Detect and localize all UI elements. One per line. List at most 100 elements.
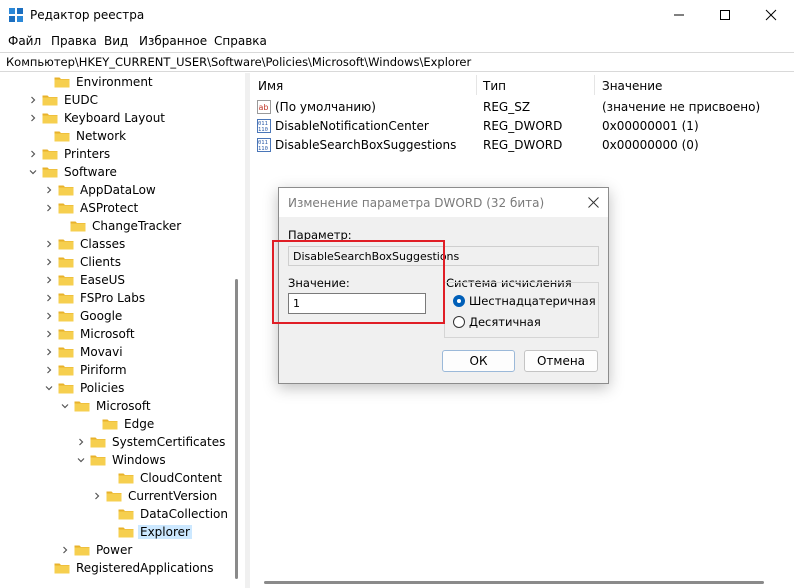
- tree-item[interactable]: DataCollection: [118, 505, 230, 523]
- column-name[interactable]: Имя: [258, 79, 283, 93]
- minimize-button[interactable]: [656, 0, 702, 30]
- folder-icon: [58, 275, 74, 286]
- svg-text:110: 110: [258, 146, 268, 152]
- tree-item[interactable]: FSPro Labs: [44, 289, 147, 307]
- chevron-right-icon[interactable]: [44, 347, 54, 357]
- chevron-right-icon[interactable]: [44, 239, 54, 249]
- folder-icon: [42, 149, 58, 160]
- chevron-right-icon[interactable]: [28, 95, 38, 105]
- tree-item[interactable]: Power: [60, 541, 134, 559]
- tree-scroll-thumb[interactable]: [235, 279, 238, 579]
- tree-item[interactable]: Explorer: [118, 523, 192, 541]
- list-horizontal-scrollbar[interactable]: [250, 576, 794, 588]
- maximize-button[interactable]: [702, 0, 748, 30]
- tree-item[interactable]: CloudContent: [118, 469, 224, 487]
- chevron-down-icon[interactable]: [44, 383, 54, 393]
- tree-item-label: FSPro Labs: [80, 291, 146, 305]
- folder-icon: [90, 437, 106, 448]
- decimal-radio[interactable]: Десятичная: [453, 315, 541, 329]
- hexadecimal-radio[interactable]: Шестнадцатеричная: [453, 294, 596, 308]
- close-button[interactable]: [748, 0, 794, 30]
- tree-item[interactable]: Software: [28, 163, 119, 181]
- chevron-right-icon[interactable]: [28, 113, 38, 123]
- folder-icon: [54, 131, 70, 142]
- tree-item[interactable]: EUDC: [28, 91, 100, 109]
- menu-favorites[interactable]: Избранное: [139, 34, 207, 48]
- hexadecimal-label: Шестнадцатеричная: [469, 294, 596, 308]
- tree-item[interactable]: Classes: [44, 235, 127, 253]
- minimize-icon: [674, 14, 684, 16]
- folder-icon: [54, 77, 70, 88]
- tree-item[interactable]: Movavi: [44, 343, 125, 361]
- tree-item[interactable]: ChangeTracker: [70, 217, 183, 235]
- folder-icon: [118, 509, 134, 520]
- list-item[interactable]: 011 110 DisableNotificationCenter REG_DW…: [250, 117, 794, 136]
- tree-item[interactable]: ASProtect: [44, 199, 140, 217]
- folder-open-icon: [118, 527, 134, 538]
- value-name: DisableNotificationCenter: [275, 119, 429, 133]
- list-item[interactable]: ab (По умолчанию) REG_SZ (значение не пр…: [250, 98, 794, 117]
- tree-item-label: SystemCertificates: [112, 435, 226, 449]
- tree-item[interactable]: RegisteredApplications: [54, 559, 215, 577]
- chevron-right-icon[interactable]: [44, 365, 54, 375]
- tree-item[interactable]: Keyboard Layout: [28, 109, 167, 127]
- tree-item[interactable]: CurrentVersion: [92, 487, 219, 505]
- tree-item[interactable]: Policies: [44, 379, 126, 397]
- tree-item[interactable]: Printers: [28, 145, 112, 163]
- dialog-close-icon[interactable]: [588, 197, 599, 208]
- chevron-right-icon[interactable]: [60, 545, 70, 555]
- tree-item[interactable]: Microsoft: [44, 325, 137, 343]
- menu-help[interactable]: Справка: [214, 34, 267, 48]
- tree-scrollbar[interactable]: [232, 73, 242, 588]
- column-value[interactable]: Значение: [602, 79, 662, 93]
- tree-item[interactable]: Google: [44, 307, 124, 325]
- column-type[interactable]: Тип: [483, 79, 506, 93]
- chevron-right-icon[interactable]: [44, 329, 54, 339]
- tree-item-label: Edge: [124, 417, 155, 431]
- chevron-right-icon[interactable]: [76, 437, 86, 447]
- cancel-button[interactable]: Отмена: [524, 350, 598, 372]
- tree-item[interactable]: Clients: [44, 253, 123, 271]
- chevron-right-icon[interactable]: [92, 491, 102, 501]
- maximize-icon: [720, 10, 730, 20]
- tree-item[interactable]: Network: [54, 127, 128, 145]
- list-item[interactable]: 011 110 DisableSearchBoxSuggestions REG_…: [250, 136, 794, 155]
- base-group: [444, 282, 599, 338]
- list-scroll-thumb[interactable]: [264, 581, 764, 584]
- value-name: (По умолчанию): [275, 100, 376, 114]
- value-data: (значение не присвоено): [602, 100, 761, 114]
- tree-item[interactable]: AppDataLow: [44, 181, 158, 199]
- tree-item[interactable]: Piriform: [44, 361, 129, 379]
- menu-view[interactable]: Вид: [104, 34, 128, 48]
- tree-item[interactable]: Environment: [54, 73, 155, 91]
- tree-item[interactable]: Edge: [102, 415, 156, 433]
- menu-file[interactable]: Файл: [8, 34, 41, 48]
- svg-text:ab: ab: [259, 103, 269, 112]
- chevron-right-icon[interactable]: [44, 203, 54, 213]
- chevron-right-icon[interactable]: [44, 257, 54, 267]
- tree-item[interactable]: EaseUS: [44, 271, 127, 289]
- tree-item[interactable]: Windows: [76, 451, 168, 469]
- tree-item-label: CurrentVersion: [128, 489, 218, 503]
- chevron-right-icon[interactable]: [44, 275, 54, 285]
- folder-icon: [70, 221, 86, 232]
- dword-value-icon: 011 110: [257, 119, 271, 133]
- ok-button[interactable]: ОК: [442, 350, 515, 372]
- menu-edit[interactable]: Правка: [51, 34, 97, 48]
- folder-icon: [58, 311, 74, 322]
- chevron-right-icon[interactable]: [44, 185, 54, 195]
- chevron-down-icon[interactable]: [28, 167, 38, 177]
- column-divider[interactable]: [476, 75, 477, 95]
- column-divider[interactable]: [594, 75, 595, 95]
- chevron-down-icon[interactable]: [76, 455, 86, 465]
- chevron-right-icon[interactable]: [44, 293, 54, 303]
- chevron-right-icon[interactable]: [44, 311, 54, 321]
- address-path[interactable]: Компьютер\HKEY_CURRENT_USER\Software\Pol…: [6, 55, 471, 69]
- tree-item[interactable]: Microsoft: [60, 397, 153, 415]
- chevron-right-icon[interactable]: [28, 149, 38, 159]
- tree-item-label: Movavi: [80, 345, 123, 359]
- chevron-down-icon[interactable]: [60, 401, 70, 411]
- tree-item[interactable]: SystemCertificates: [76, 433, 227, 451]
- address-bar[interactable]: Компьютер\HKEY_CURRENT_USER\Software\Pol…: [0, 52, 794, 72]
- value-type: REG_DWORD: [483, 138, 563, 152]
